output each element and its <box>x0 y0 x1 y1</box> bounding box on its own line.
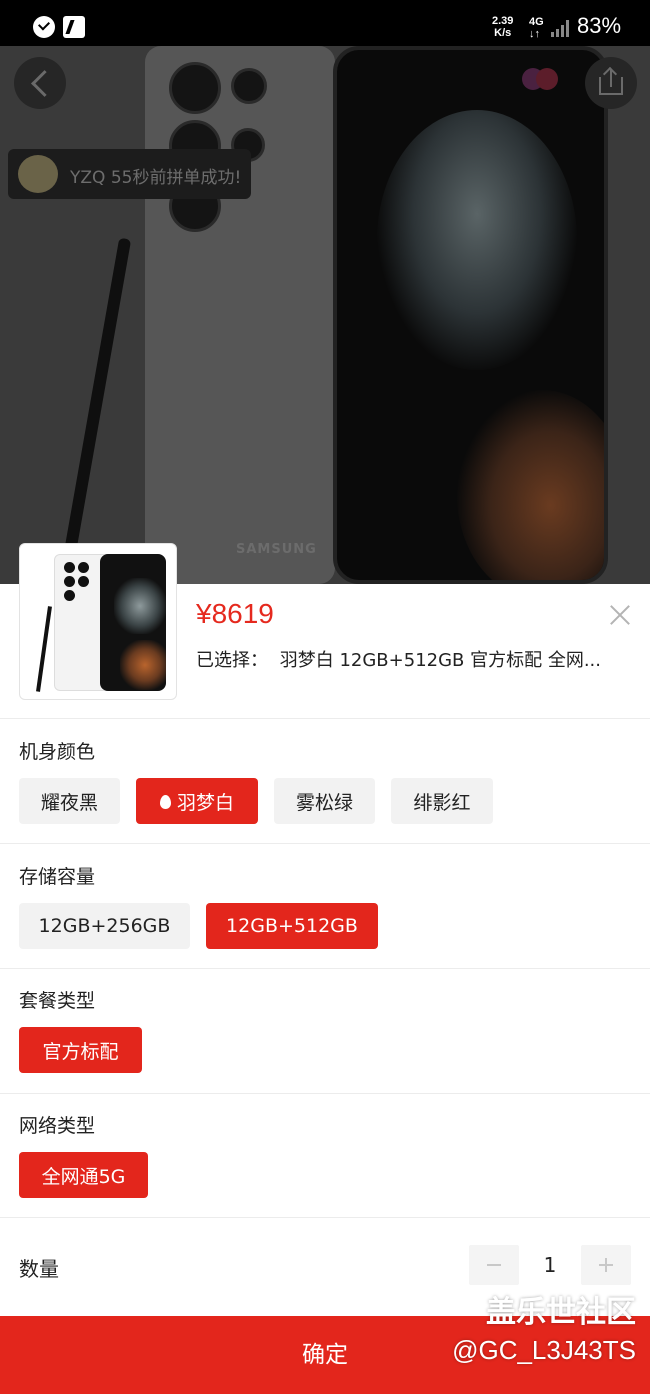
color-option-green[interactable]: 雾松绿 <box>274 778 375 824</box>
brand-text: SAMSUNG <box>236 542 317 557</box>
section-title-bundle: 套餐类型 <box>19 990 96 1012</box>
storage-option-256[interactable]: 12GB+256GB <box>19 903 190 949</box>
product-thumbnail[interactable] <box>19 543 177 700</box>
data-arrows-icon: ↓↑ <box>529 28 540 40</box>
watermark-user: @GC_L3J43TS <box>452 1335 636 1365</box>
network-type-label: 4G <box>529 16 544 28</box>
color-option-label: 雾松绿 <box>295 791 353 814</box>
quantity-decrease-button[interactable] <box>469 1245 519 1285</box>
close-icon[interactable] <box>605 600 635 630</box>
divider <box>0 843 650 844</box>
product-image[interactable]: SAMSUNG <box>0 46 650 584</box>
divider <box>0 1093 650 1094</box>
color-option-black[interactable]: 耀夜黑 <box>19 778 120 824</box>
selected-value: 羽梦白 12GB+512GB 官方标配 全网... <box>279 650 602 671</box>
phone-front-image <box>333 46 608 584</box>
minus-icon <box>487 1264 501 1266</box>
network-type: 4G ↓↑ <box>529 16 544 40</box>
phone-back-image <box>145 46 335 584</box>
status-bar: 2.39 K/s 4G ↓↑ 83% <box>0 0 650 46</box>
network-option-label: 全网通5G <box>41 1165 126 1188</box>
network-speed-unit: K/s <box>494 27 512 39</box>
quantity-value[interactable]: 1 <box>519 1245 581 1285</box>
divider <box>0 718 650 719</box>
group-buy-toast: YZQ 55秒前拼单成功! <box>8 149 251 199</box>
selected-label: 已选择： <box>196 650 268 671</box>
check-badge-icon <box>33 16 55 38</box>
divider <box>0 1217 650 1218</box>
section-title-storage: 存储容量 <box>19 866 96 888</box>
network-option-5g[interactable]: 全网通5G <box>19 1152 148 1198</box>
bundle-option-label: 官方标配 <box>42 1040 119 1063</box>
network-speed-value: 2.39 <box>492 15 514 27</box>
share-button[interactable] <box>585 57 637 109</box>
storage-option-label: 12GB+512GB <box>226 915 358 937</box>
selected-summary: 已选择： 羽梦白 12GB+512GB 官方标配 全网... <box>196 646 616 672</box>
storage-option-512[interactable]: 12GB+512GB <box>206 903 378 949</box>
flame-icon <box>159 795 171 809</box>
nfc-icon <box>63 16 85 38</box>
quantity-label: 数量 <box>19 1257 59 1281</box>
quantity-increase-button[interactable] <box>581 1245 631 1285</box>
s-pen-image <box>56 237 132 584</box>
storage-option-label: 12GB+256GB <box>38 915 171 937</box>
back-button[interactable] <box>14 57 66 109</box>
toast-text: YZQ 55秒前拼单成功! <box>70 168 242 188</box>
avatar <box>18 155 58 193</box>
divider <box>0 968 650 969</box>
bundle-option-official[interactable]: 官方标配 <box>19 1027 142 1073</box>
signal-icon <box>551 20 571 37</box>
watermark-community: 盖乐世社区 <box>486 1295 636 1330</box>
color-option-label: 绯影红 <box>413 791 471 814</box>
section-title-color: 机身颜色 <box>19 741 96 763</box>
color-option-white[interactable]: 羽梦白 <box>136 778 258 824</box>
price: ¥8619 <box>196 598 274 629</box>
network-speed: 2.39 K/s <box>492 15 513 39</box>
color-option-red[interactable]: 绯影红 <box>391 778 493 824</box>
color-option-label: 羽梦白 <box>176 791 234 814</box>
battery-level: 83% <box>577 13 622 38</box>
section-title-network: 网络类型 <box>19 1115 96 1137</box>
favorite-icon[interactable] <box>522 68 560 94</box>
color-option-label: 耀夜黑 <box>40 791 98 814</box>
